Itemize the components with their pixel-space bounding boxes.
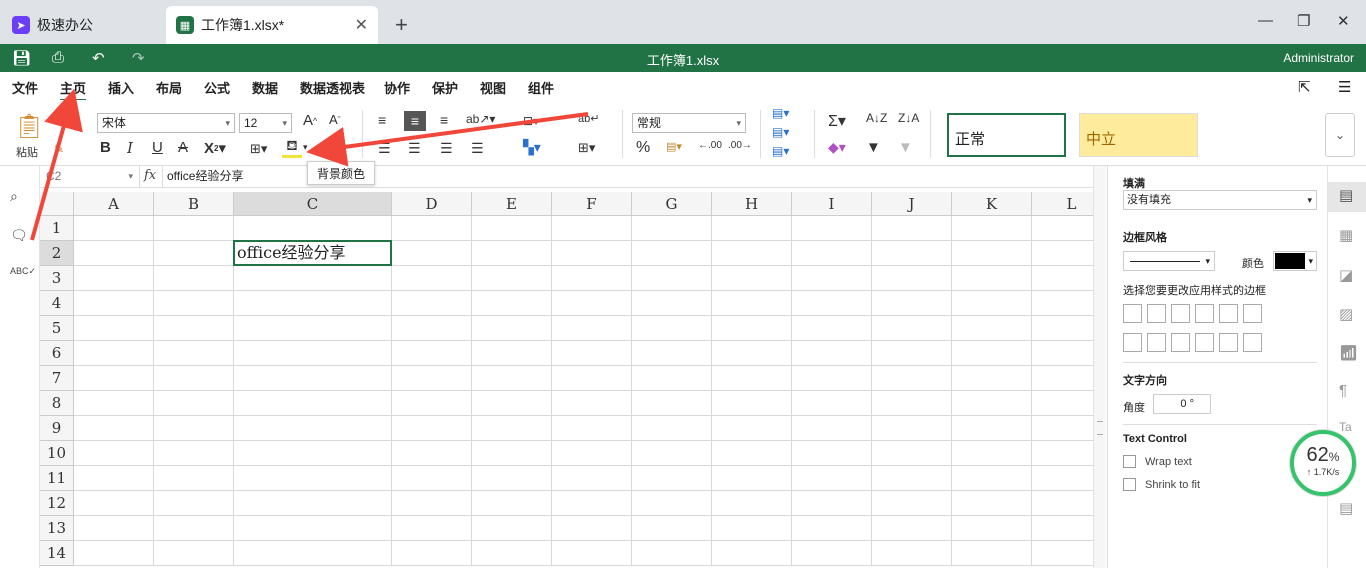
annotation-arrows (30, 88, 589, 241)
arrow-to-home-menu (30, 88, 83, 241)
arrow-to-fill-color (306, 112, 589, 167)
